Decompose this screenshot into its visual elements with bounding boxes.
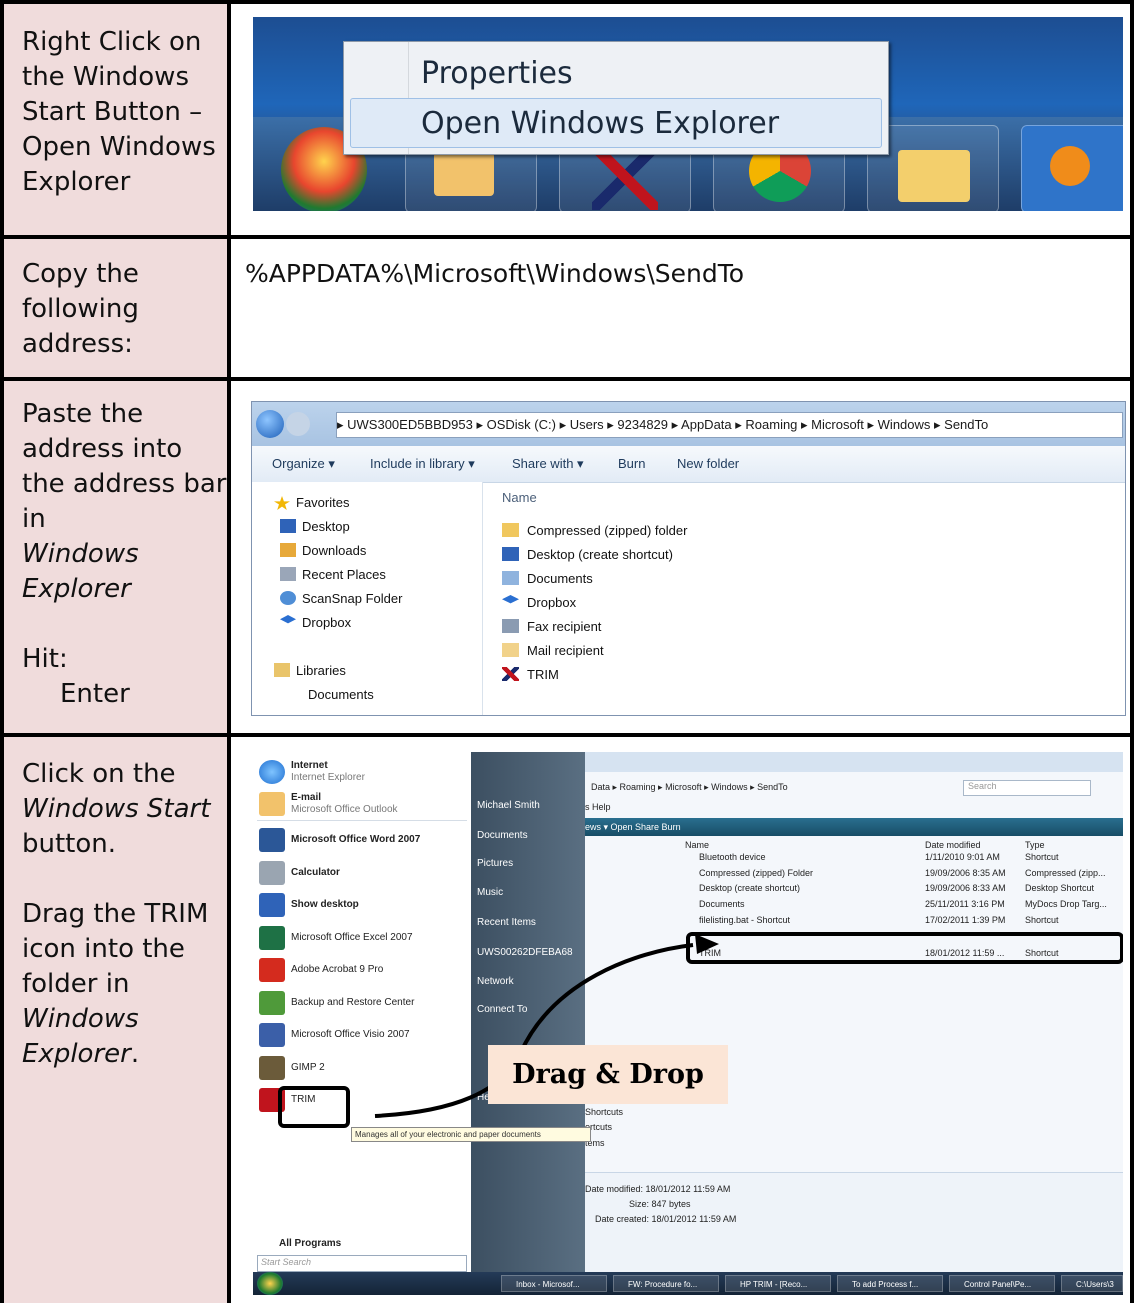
scansnap-icon — [280, 591, 296, 605]
startmenu-screenshot: Data ▸ Roaming ▸ Microsoft ▸ Windows ▸ S… — [253, 752, 1123, 1295]
breadcrumb-segment[interactable]: ▸ 9234829 — [604, 417, 668, 432]
screenshot-cell: ▸ UWS300ED5BBD953 ▸ OSDisk (C:) ▸ Users … — [229, 379, 1134, 735]
file-item[interactable]: Documents — [527, 571, 593, 586]
row-paste-address: Paste the address into the address bar i… — [0, 379, 1134, 735]
breadcrumb-segment[interactable]: ▸ SendTo — [930, 417, 988, 432]
breadcrumb-segment[interactable]: ▸ OSDisk (C:) — [473, 417, 555, 432]
nav-favorites[interactable]: Favorites — [296, 495, 349, 510]
libraries-icon — [274, 663, 290, 677]
file-item[interactable]: Desktop (create shortcut) — [527, 547, 673, 562]
breadcrumb-segment[interactable]: ▸ Roaming — [732, 417, 797, 432]
desktop-shortcut-icon — [502, 547, 519, 561]
trim-icon — [502, 667, 519, 681]
dropbox-icon — [280, 615, 296, 624]
command-bar: Organize ▾ Include in library ▾ Share wi… — [252, 446, 1125, 483]
documents-icon — [502, 571, 519, 585]
media-player-icon[interactable] — [1021, 125, 1123, 211]
nav-recent-places[interactable]: Recent Places — [302, 567, 386, 582]
row-copy-address: Copy the following address: %APPDATA%\Mi… — [0, 237, 1134, 379]
instruction-text: Drag the — [22, 899, 137, 929]
instruction-key: Enter — [60, 679, 130, 709]
file-item[interactable]: Dropbox — [527, 595, 576, 610]
downloads-icon — [280, 543, 296, 557]
address-text[interactable]: %APPDATA%\Microsoft\Windows\SendTo — [245, 259, 744, 288]
breadcrumb-segment[interactable]: ▸ UWS300ED5BBD953 — [337, 417, 473, 432]
instruction-bold: Right Click — [22, 27, 161, 57]
breadcrumb-segment[interactable]: ▸ AppData — [668, 417, 732, 432]
file-item[interactable]: Mail recipient — [527, 643, 604, 658]
drag-drop-callout: Drag & Drop — [488, 1045, 728, 1104]
fax-icon — [502, 619, 519, 633]
file-item-trim[interactable]: TRIM — [527, 667, 559, 682]
instruction-text: Paste the address into the address bar i… — [22, 399, 227, 534]
favorites-star-icon — [274, 496, 290, 510]
back-arrow-icon[interactable] — [256, 410, 284, 438]
row-drag-trim: Click on the Windows Start button. Drag … — [0, 735, 1134, 1303]
instruction-table: Right Click on the Windows Start Button … — [0, 0, 1134, 1303]
breadcrumb-segment[interactable]: ▸ Microsoft — [797, 417, 864, 432]
instruction-italic: Windows Explorer — [22, 539, 139, 604]
instruction-cell: Right Click on the Windows Start Button … — [0, 0, 229, 237]
instruction-hit: Hit: — [22, 644, 68, 674]
address-bar[interactable]: ▸ UWS300ED5BBD953 ▸ OSDisk (C:) ▸ Users … — [336, 412, 1123, 438]
nav-dropbox[interactable]: Dropbox — [302, 615, 351, 630]
recent-places-icon — [280, 567, 296, 581]
context-menu: Properties Open Windows Explorer — [343, 41, 889, 155]
column-name-header[interactable]: Name — [502, 490, 537, 505]
nav-downloads[interactable]: Downloads — [302, 543, 366, 558]
trim-source-highlight — [278, 1086, 350, 1128]
menu-item-open-explorer[interactable]: Open Windows Explorer — [421, 106, 779, 141]
instruction-text: Click on the — [22, 759, 176, 789]
desktop-icon — [280, 519, 296, 533]
instruction-cell: Copy the following address: — [0, 237, 229, 379]
menu-item-properties[interactable]: Properties — [421, 56, 573, 91]
new-folder-button[interactable]: New folder — [677, 446, 739, 482]
zip-folder-icon — [502, 523, 519, 537]
breadcrumb-segment[interactable]: ▸ Windows — [864, 417, 931, 432]
instruction-text: button. — [22, 829, 117, 859]
taskbar-screenshot: Properties Open Windows Explorer — [253, 17, 1123, 211]
navigation-pane: Favorites Desktop Downloads Recent Place… — [252, 482, 483, 715]
forward-arrow-icon[interactable] — [286, 412, 310, 436]
nav-desktop[interactable]: Desktop — [302, 519, 350, 534]
mail-icon — [502, 643, 519, 657]
screenshot-cell: Properties Open Windows Explorer — [229, 0, 1134, 237]
organize-button[interactable]: Organize ▾ — [272, 446, 335, 482]
nav-documents[interactable]: Documents — [308, 687, 374, 702]
dropbox-icon — [502, 595, 519, 604]
instruction-italic: Windows Explorer — [22, 1004, 139, 1069]
instruction-italic: Windows Start — [22, 794, 211, 824]
instruction-text: Copy the following address: — [22, 259, 139, 359]
share-with-button[interactable]: Share with ▾ — [512, 446, 584, 482]
row-open-explorer: Right Click on the Windows Start Button … — [0, 0, 1134, 237]
breadcrumb-segment[interactable]: ▸ Users — [556, 417, 604, 432]
burn-button[interactable]: Burn — [618, 446, 645, 482]
nav-buttons — [256, 410, 332, 438]
drag-arrow — [374, 934, 719, 1118]
file-list: Name Compressed (zipped) folder Desktop … — [482, 482, 1125, 715]
file-item[interactable]: Compressed (zipped) folder — [527, 523, 687, 538]
screenshot-cell: Data ▸ Roaming ▸ Microsoft ▸ Windows ▸ S… — [229, 735, 1134, 1303]
instruction-text: . — [130, 1039, 140, 1069]
trim-target-highlight — [686, 932, 1123, 964]
address-cell: %APPDATA%\Microsoft\Windows\SendTo — [229, 237, 1134, 379]
file-item[interactable]: Fax recipient — [527, 619, 601, 634]
instruction-cell: Paste the address into the address bar i… — [0, 379, 229, 735]
instruction-cell: Click on the Windows Start button. Drag … — [0, 735, 229, 1303]
explorer-window: ▸ UWS300ED5BBD953 ▸ OSDisk (C:) ▸ Users … — [251, 401, 1126, 716]
nav-libraries[interactable]: Libraries — [296, 663, 346, 678]
include-in-library-button[interactable]: Include in library ▾ — [370, 446, 475, 482]
nav-scansnap-folder[interactable]: ScanSnap Folder — [302, 591, 402, 606]
